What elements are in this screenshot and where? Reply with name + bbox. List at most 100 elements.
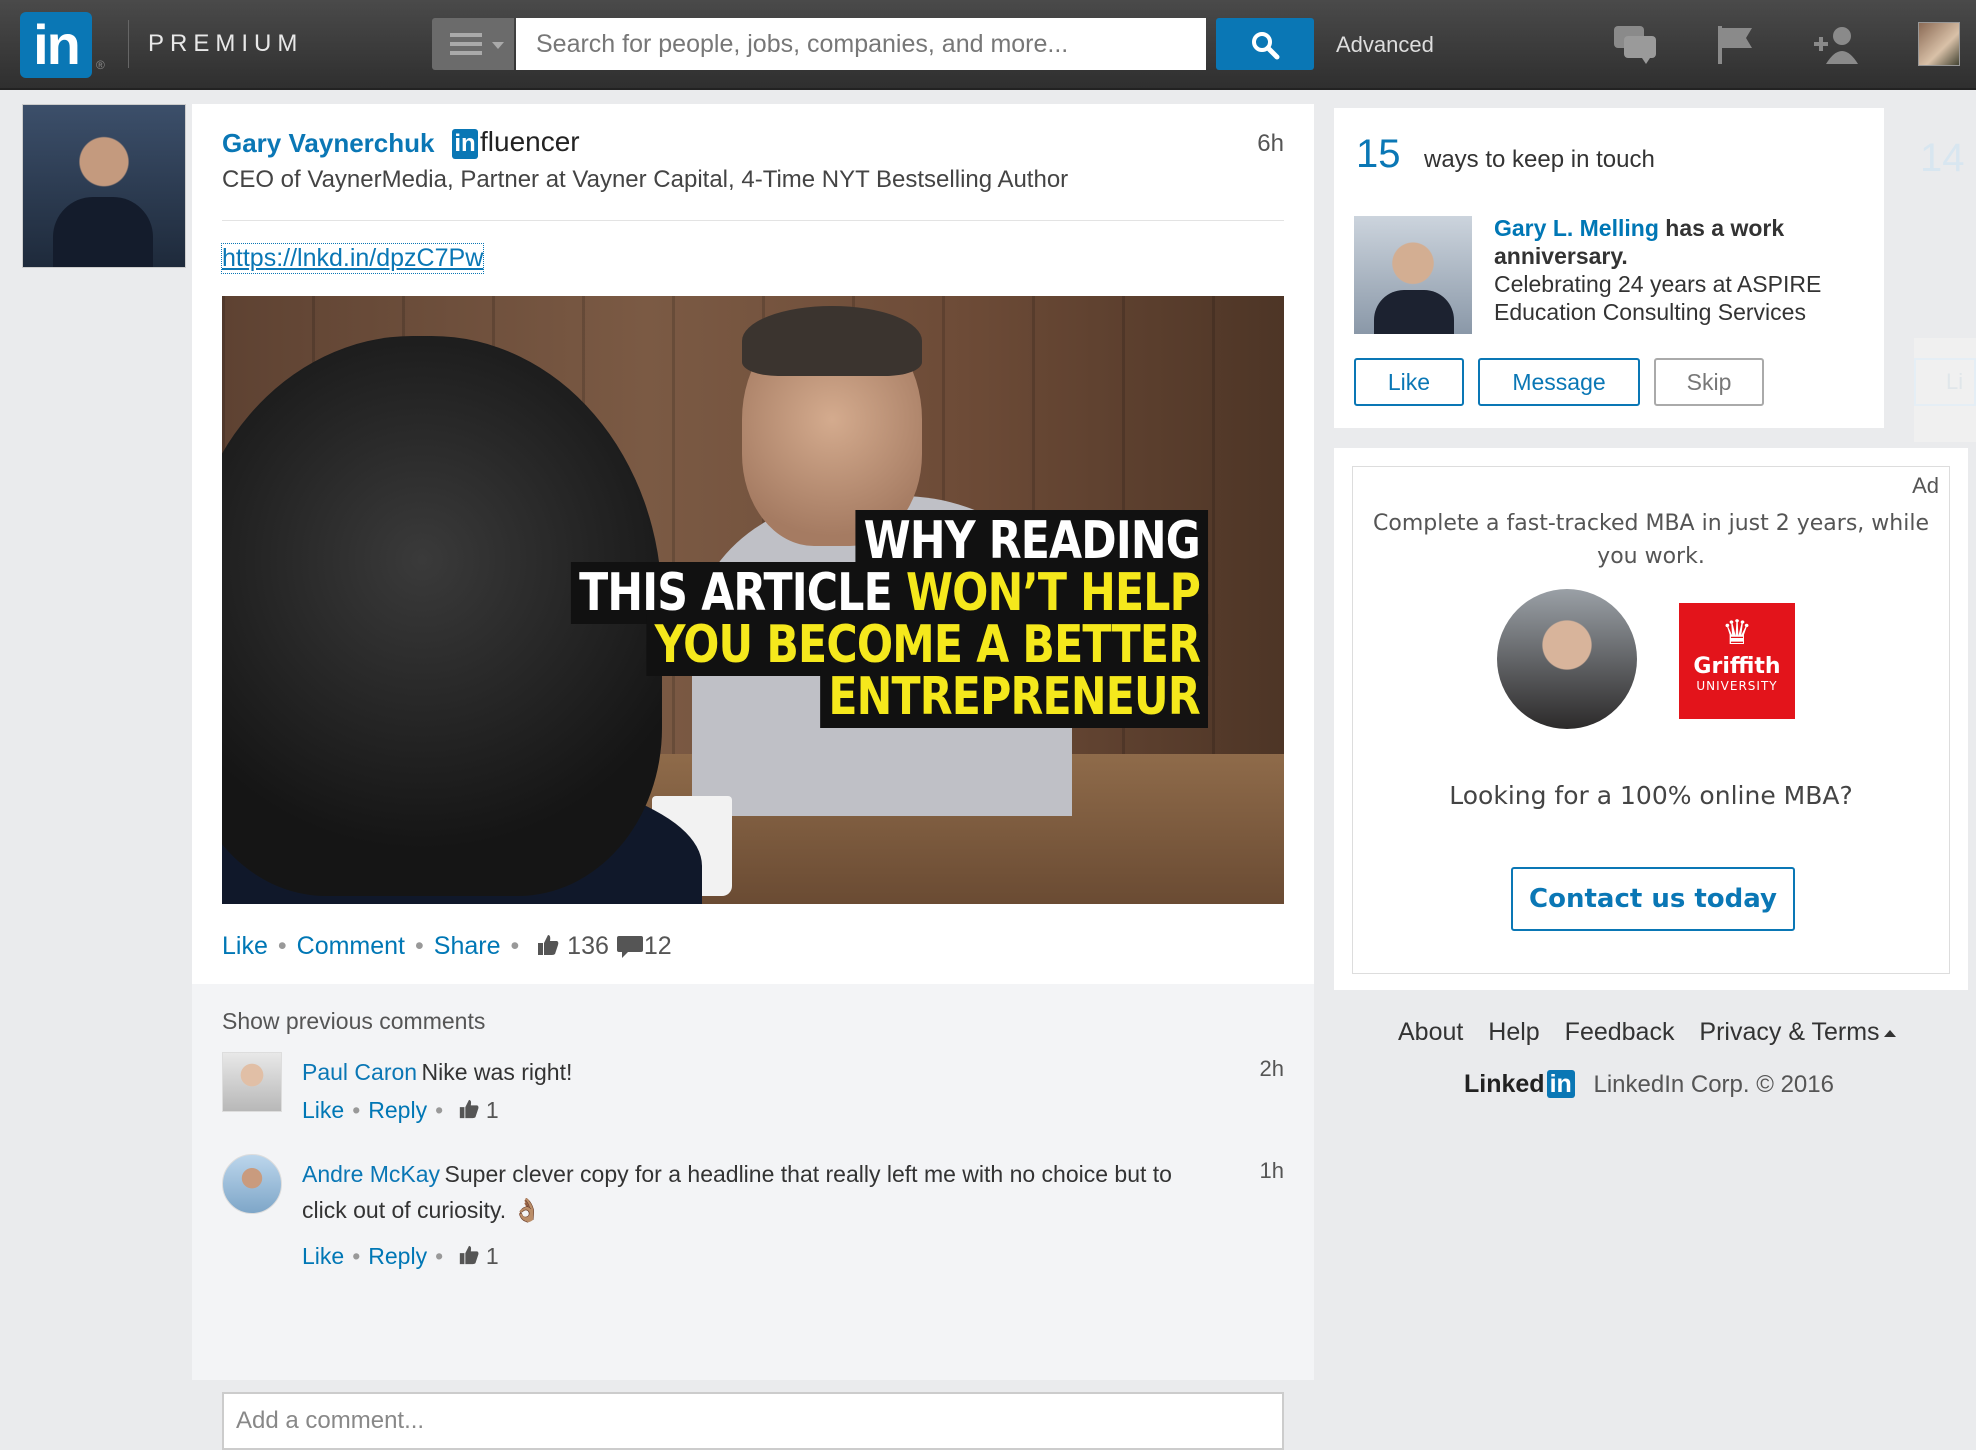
influencer-in-mark: in — [452, 129, 478, 159]
comments-section: Show previous comments Paul Caron Nike w… — [192, 984, 1314, 1380]
post-comment-button[interactable]: Comment — [297, 932, 405, 960]
action-separator: • — [435, 1243, 444, 1269]
copyright-text: LinkedIn Corp. © 2016 — [1593, 1071, 1834, 1098]
influencer-badge[interactable]: in fluencer — [452, 126, 580, 159]
search-icon — [1252, 32, 1280, 60]
thumbs-up-icon — [538, 935, 559, 955]
feed-post-card: Gary Vaynerchuk in fluencer 6h CEO of Vay… — [192, 104, 1314, 1450]
search-button[interactable] — [1216, 18, 1314, 70]
add-connection-icon[interactable] — [1812, 24, 1862, 66]
action-separator: • — [352, 1243, 361, 1269]
kit-skip-button[interactable]: Skip — [1654, 358, 1764, 406]
footer-feedback-link[interactable]: Feedback — [1565, 1018, 1675, 1046]
connection-avatar[interactable] — [1354, 216, 1472, 334]
action-separator: • — [435, 1097, 444, 1123]
ad-person-photo — [1497, 589, 1637, 729]
post-article-image[interactable]: WHY READING THIS ARTICLE WON’T HELP YOU … — [222, 296, 1284, 904]
sponsored-ad-card: Ad Complete a fast-tracked MBA in just 2… — [1334, 448, 1968, 990]
comment-reply-button[interactable]: Reply — [368, 1243, 427, 1269]
likes-stat[interactable]: 136 — [536, 932, 609, 960]
footer-help-link[interactable]: Help — [1488, 1018, 1539, 1046]
griffith-logo: ♛ Griffith UNIVERSITY — [1679, 603, 1795, 719]
linkedin-logo[interactable]: in — [20, 12, 92, 78]
top-nav-bar: in ® PREMIUM Advanced — [0, 0, 1976, 90]
post-divider — [222, 220, 1284, 221]
commenter-avatar[interactable] — [222, 1052, 282, 1112]
comment-bubble-icon — [616, 936, 643, 958]
commenter-name[interactable]: Paul Caron — [302, 1059, 417, 1085]
commenter-name[interactable]: Andre McKay — [302, 1161, 440, 1187]
comment-actions: Like • Reply • 1 — [302, 1240, 1222, 1272]
action-separator: • — [352, 1097, 361, 1123]
comment-actions: Like • Reply • 1 — [302, 1094, 1222, 1126]
comment-like-button[interactable]: Like — [302, 1243, 344, 1269]
profile-avatar[interactable] — [1918, 22, 1960, 66]
post-actions-bar: Like • Comment • Share • 136 12 — [222, 932, 672, 961]
comments-stat[interactable]: 12 — [616, 932, 672, 960]
flag-icon[interactable] — [1716, 24, 1756, 66]
ad-question: Looking for a 100% online MBA? — [1449, 781, 1853, 810]
ad-copy: Complete a fast-tracked MBA in just 2 ye… — [1373, 511, 1929, 569]
messages-icon[interactable] — [1612, 24, 1658, 66]
author-avatar[interactable] — [22, 104, 186, 268]
chevron-down-icon — [492, 42, 504, 49]
footer-links: About Help Feedback Privacy & Terms — [1398, 1018, 1914, 1047]
anniversary-notice: Gary L. Melling has a work anniversary. … — [1494, 214, 1864, 326]
ad-logo-sub: UNIVERSITY — [1696, 679, 1778, 693]
comment-item: Andre McKay Super clever copy for a head… — [302, 1158, 1222, 1272]
comment-reply-button[interactable]: Reply — [368, 1097, 427, 1123]
post-shared-link[interactable]: https://lnkd.in/dpzC7Pw — [220, 243, 485, 274]
post-share-button[interactable]: Share — [434, 932, 501, 960]
comment-timestamp: 2h — [1259, 1056, 1284, 1081]
thumbs-up-icon — [459, 1099, 479, 1119]
thumbs-up-icon — [459, 1245, 479, 1265]
action-separator: • — [510, 932, 520, 960]
kit-like-button[interactable]: Like — [1354, 358, 1464, 406]
commenter-avatar[interactable] — [222, 1154, 282, 1214]
comment-text: Nike was right! — [421, 1059, 573, 1085]
comment-timestamp: 1h — [1259, 1158, 1284, 1183]
header-divider — [128, 20, 129, 68]
premium-label[interactable]: PREMIUM — [148, 30, 303, 58]
footer-privacy-link[interactable]: Privacy & Terms — [1699, 1018, 1896, 1046]
caption-line-4: ENTREPRENEUR — [820, 666, 1208, 728]
ad-frame[interactable]: Ad Complete a fast-tracked MBA in just 2… — [1352, 466, 1950, 974]
post-like-button[interactable]: Like — [222, 932, 268, 960]
author-avatar-suit — [53, 197, 153, 267]
advanced-search-link[interactable]: Advanced — [1336, 32, 1434, 58]
keep-in-touch-card: 15 ways to keep in touch Gary L. Melling… — [1334, 108, 1884, 428]
ad-contact-button[interactable]: Contact us today — [1511, 867, 1795, 931]
keep-in-touch-title: ways to keep in touch — [1424, 146, 1655, 173]
crown-icon: ♛ — [1721, 613, 1753, 653]
connection-avatar-suit — [1374, 290, 1454, 334]
action-separator: • — [415, 932, 424, 960]
search-input[interactable] — [516, 18, 1206, 70]
image-man-hair — [742, 306, 922, 376]
post-author-headline: CEO of VaynerMedia, Partner at Vayner Ca… — [222, 166, 1069, 193]
action-separator: • — [277, 932, 287, 960]
kit-message-button[interactable]: Message — [1478, 358, 1640, 406]
anniversary-detail: Celebrating 24 years at ASPIRE Education… — [1494, 271, 1822, 325]
comment-like-button[interactable]: Like — [302, 1097, 344, 1123]
registered-mark: ® — [96, 58, 105, 72]
next-card-button: Li — [1914, 358, 1976, 406]
ad-label: Ad — [1912, 473, 1939, 498]
show-previous-comments[interactable]: Show previous comments — [222, 1008, 485, 1035]
menu-icon — [450, 33, 482, 55]
comment-likes[interactable]: 1 — [458, 1097, 499, 1123]
search-category-menu[interactable] — [432, 18, 514, 70]
footer-about-link[interactable]: About — [1398, 1018, 1463, 1046]
keep-in-touch-count: 15 — [1356, 132, 1401, 176]
connection-name[interactable]: Gary L. Melling — [1494, 215, 1659, 241]
ad-logo-name: Griffith — [1693, 654, 1781, 679]
caret-up-icon — [1883, 1029, 1896, 1037]
post-timestamp: 6h — [1257, 130, 1284, 157]
comment-item: Paul Caron Nike was right! Like • Reply • 1 — [302, 1056, 1222, 1126]
add-comment-input[interactable] — [222, 1392, 1284, 1450]
linkedin-wordmark: Linked in — [1464, 1070, 1575, 1098]
next-card-preview: 14 Li — [1906, 108, 1976, 442]
post-author-name[interactable]: Gary Vaynerchuk — [222, 128, 434, 159]
footer-brand: Linked in LinkedIn Corp. © 2016 — [1464, 1070, 1834, 1099]
influencer-label: fluencer — [480, 126, 580, 157]
comment-likes[interactable]: 1 — [458, 1243, 499, 1269]
